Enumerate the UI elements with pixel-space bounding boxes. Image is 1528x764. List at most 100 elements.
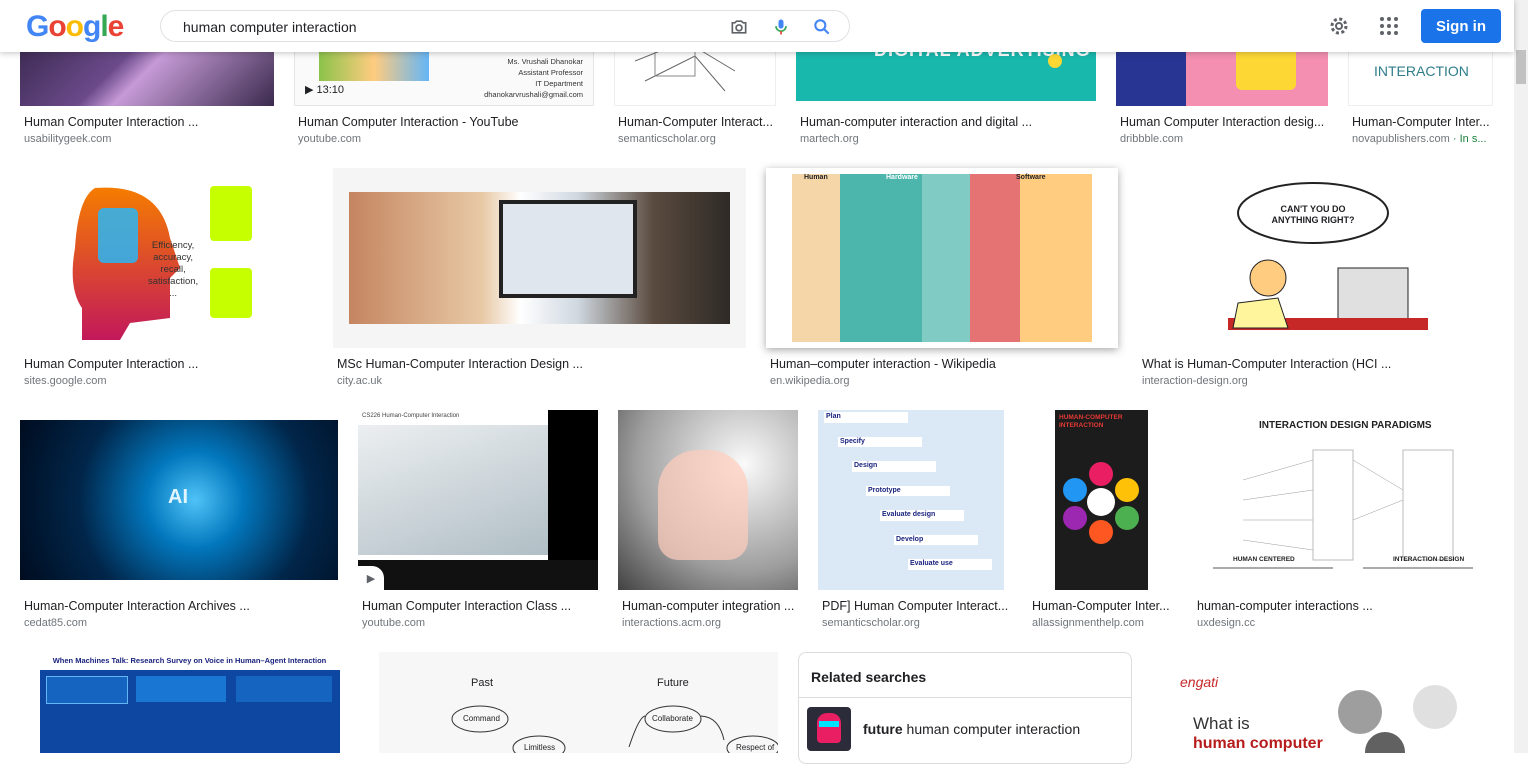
search-box bbox=[160, 10, 850, 42]
thumb-text: dhanokarvrushali@gmail.com bbox=[484, 90, 583, 99]
result-source[interactable]: novapublishers.com · In s... bbox=[1352, 133, 1493, 145]
result-title[interactable]: Human-computer interaction and digital .… bbox=[800, 115, 1096, 129]
result-source[interactable]: usabilitygeek.com bbox=[24, 133, 272, 145]
image-result[interactable]: Past Future Command Collaborate Limitles… bbox=[379, 652, 778, 753]
result-thumbnail[interactable]: Plan Specify Design Prototype Evaluate d… bbox=[818, 410, 1004, 590]
search-input[interactable] bbox=[181, 16, 705, 38]
image-result[interactable]: MSc Human-Computer Interaction Design ..… bbox=[333, 168, 746, 390]
image-result[interactable]: HUMAN-COMPUTER INTERACTION Human-Compute… bbox=[1028, 410, 1174, 632]
microphone-icon[interactable] bbox=[771, 17, 791, 37]
vertical-scrollbar[interactable] bbox=[1514, 0, 1528, 753]
image-result[interactable]: Efficiency, accuracy, recall, satisfacti… bbox=[20, 168, 313, 390]
result-title[interactable]: Human-Computer Inter... bbox=[1352, 115, 1493, 129]
result-source[interactable]: en.wikipedia.org bbox=[770, 375, 850, 387]
result-source[interactable]: interactions.acm.org bbox=[622, 617, 721, 629]
thumb-text: accuracy, bbox=[153, 252, 194, 263]
thumb-text: Prototype bbox=[866, 485, 950, 496]
result-source[interactable]: cedat85.com bbox=[24, 617, 87, 629]
result-thumbnail[interactable]: CAN'T YOU DO ANYTHING RIGHT? bbox=[1138, 168, 1493, 348]
logo-letter: e bbox=[107, 10, 125, 43]
result-source[interactable]: dribbble.com bbox=[1120, 133, 1183, 145]
apps-grid-icon[interactable] bbox=[1377, 14, 1401, 38]
thumb-text: Develop bbox=[894, 534, 978, 545]
result-source[interactable]: sites.google.com bbox=[24, 375, 107, 387]
scrollbar-thumb[interactable] bbox=[1516, 50, 1526, 84]
thumb-text: IT Department bbox=[535, 79, 583, 88]
logo-letter: G bbox=[26, 10, 49, 43]
search-icon[interactable] bbox=[812, 17, 832, 37]
past-future-diagram bbox=[451, 705, 778, 753]
process-steps: Plan Specify Design Prototype Evaluate d… bbox=[824, 412, 992, 570]
result-thumbnail[interactable]: Human Hardware Software bbox=[766, 168, 1118, 348]
devices-collage bbox=[358, 425, 548, 555]
result-title[interactable]: Human Computer Interaction - YouTube bbox=[298, 115, 594, 129]
result-source[interactable]: uxdesign.cc bbox=[1197, 617, 1255, 629]
colored-circles-diagram bbox=[1063, 462, 1139, 544]
image-result[interactable]: Plan Specify Design Prototype Evaluate d… bbox=[818, 410, 1008, 632]
image-result[interactable]: CS226 Human-Computer Interaction ▶ Human… bbox=[358, 410, 598, 632]
image-result[interactable]: Human Hardware Software Human–computer i… bbox=[766, 168, 1118, 390]
result-title[interactable]: human-computer interactions ... bbox=[1197, 599, 1493, 613]
venn-diagram bbox=[1338, 685, 1457, 753]
ai-brain-image: AI bbox=[20, 420, 338, 580]
image-result[interactable]: AI Human-Computer Interaction Archives .… bbox=[20, 410, 338, 632]
result-title[interactable]: Human Computer Interaction ... bbox=[24, 115, 272, 129]
result-source[interactable]: martech.org bbox=[800, 133, 859, 145]
result-title[interactable]: Human-Computer Inter... bbox=[1032, 599, 1174, 613]
image-result[interactable]: INTERACTION DESIGN PARADIGMS HUMAN CENTE… bbox=[1193, 410, 1493, 632]
related-search-text[interactable]: future human computer interaction bbox=[863, 721, 1080, 737]
result-title[interactable]: Human-computer integration ... bbox=[622, 599, 798, 613]
result-title[interactable]: Human Computer Interaction ... bbox=[24, 357, 313, 371]
related-search-item[interactable]: future human computer interaction bbox=[807, 707, 1123, 751]
result-thumbnail[interactable]: INTERACTION DESIGN PARADIGMS HUMAN CENTE… bbox=[1193, 410, 1493, 590]
result-source[interactable]: youtube.com bbox=[362, 617, 425, 629]
result-title[interactable]: PDF] Human Computer Interact... bbox=[822, 599, 1008, 613]
sign-in-button[interactable]: Sign in bbox=[1421, 9, 1501, 43]
thumb-text: INTERACTION bbox=[1059, 422, 1104, 429]
thumb-text: CS226 Human-Computer Interaction bbox=[362, 413, 460, 419]
result-thumbnail[interactable] bbox=[333, 168, 746, 348]
play-icon[interactable]: ▶ bbox=[358, 566, 384, 590]
image-result[interactable]: When Machines Talk: Research Survey on V… bbox=[20, 652, 359, 753]
result-source[interactable]: allassignmenthelp.com bbox=[1032, 617, 1174, 629]
thumb-text: What is bbox=[1193, 714, 1250, 733]
result-thumbnail[interactable]: Past Future Command Collaborate Limitles… bbox=[379, 652, 778, 753]
thumb-text: Ms. Vrushali Dhanokar bbox=[507, 57, 583, 66]
result-title[interactable]: Human-Computer Interact... bbox=[618, 115, 774, 129]
top-bar: Google Sign in bbox=[0, 0, 1514, 52]
result-source[interactable]: semanticscholar.org bbox=[618, 133, 716, 145]
result-title[interactable]: Human Computer Interaction Class ... bbox=[362, 599, 598, 613]
result-thumbnail[interactable]: CS226 Human-Computer Interaction ▶ bbox=[358, 410, 598, 590]
result-title[interactable]: Human-Computer Interaction Archives ... bbox=[24, 599, 338, 613]
result-thumbnail[interactable]: When Machines Talk: Research Survey on V… bbox=[20, 652, 359, 753]
result-title[interactable]: Human–computer interaction - Wikipedia bbox=[770, 357, 1118, 371]
thumb-text: ANYTHING RIGHT? bbox=[1271, 215, 1355, 225]
image-result[interactable]: Human-computer integration ... interacti… bbox=[618, 410, 798, 632]
result-thumbnail[interactable]: HUMAN-COMPUTER INTERACTION bbox=[1055, 410, 1148, 590]
image-result[interactable]: CAN'T YOU DO ANYTHING RIGHT? What is Hum… bbox=[1138, 168, 1493, 390]
image-result[interactable]: engati What is human computer bbox=[1150, 652, 1493, 753]
gear-icon[interactable] bbox=[1327, 14, 1351, 38]
logo-letter: g bbox=[83, 10, 101, 43]
thumb-text: HUMAN-COMPUTER bbox=[1059, 414, 1123, 421]
result-title[interactable]: What is Human-Computer Interaction (HCI … bbox=[1142, 357, 1493, 371]
result-thumbnail[interactable]: engati What is human computer bbox=[1150, 652, 1493, 753]
cartoon-illustration bbox=[1228, 182, 1428, 330]
camera-icon[interactable] bbox=[729, 17, 749, 37]
result-title[interactable]: MSc Human-Computer Interaction Design ..… bbox=[337, 357, 746, 371]
thumb-text: Hardware bbox=[886, 174, 918, 181]
thumb-text: INTERACTION DESIGN PARADIGMS bbox=[1259, 420, 1432, 431]
result-thumbnail[interactable] bbox=[618, 410, 798, 590]
logo-letter: o bbox=[65, 10, 84, 43]
result-thumbnail[interactable]: Efficiency, accuracy, recall, satisfacti… bbox=[20, 168, 313, 348]
result-source[interactable]: city.ac.uk bbox=[337, 375, 382, 387]
related-searches-heading: Related searches bbox=[811, 669, 927, 685]
result-source[interactable]: youtube.com bbox=[298, 133, 361, 145]
result-thumbnail[interactable]: AI bbox=[20, 410, 338, 590]
result-source[interactable]: semanticscholar.org bbox=[822, 617, 920, 629]
result-source[interactable]: interaction-design.org bbox=[1142, 375, 1248, 387]
thumb-text: Assistant Professor bbox=[518, 68, 583, 77]
google-logo[interactable]: Google bbox=[26, 10, 125, 44]
result-title[interactable]: Human Computer Interaction desig... bbox=[1120, 115, 1326, 129]
thumb-text: AI bbox=[168, 486, 188, 508]
